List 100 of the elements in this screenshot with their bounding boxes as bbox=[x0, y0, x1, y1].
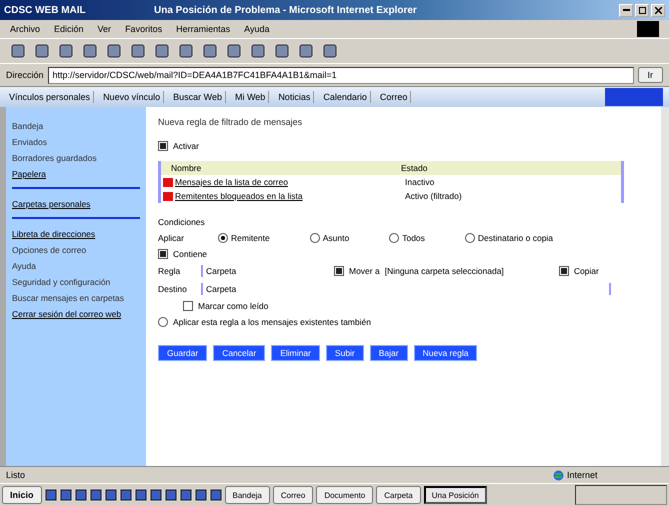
address-field[interactable]: http://servidor/CDSC/web/mail?ID=DEA4A1B7FC41BFA4A1B1&mail=1 bbox=[48, 66, 634, 84]
radio-button[interactable] bbox=[310, 233, 320, 243]
section-label: Condiciones bbox=[158, 217, 206, 227]
checkbox-label: Activar bbox=[173, 141, 199, 151]
taskbar-button[interactable]: Una Posición bbox=[424, 486, 487, 504]
link-button[interactable]: Vínculos personales bbox=[6, 91, 94, 103]
quick-launch-icon[interactable] bbox=[164, 489, 177, 501]
radio-button[interactable] bbox=[464, 233, 475, 243]
quick-launch-icon[interactable] bbox=[104, 489, 117, 501]
input-field[interactable]: Carpeta bbox=[201, 265, 329, 277]
sidebar-item[interactable]: Papelera bbox=[12, 169, 140, 179]
action-button[interactable]: Eliminar bbox=[271, 345, 320, 361]
maximize-icon bbox=[638, 6, 646, 14]
field-label: Aplicar bbox=[158, 233, 185, 243]
quick-launch-icon[interactable] bbox=[210, 489, 222, 501]
sidebar-item[interactable]: Seguridad y configuración bbox=[12, 277, 140, 287]
quick-launch-icon[interactable] bbox=[134, 489, 147, 501]
radio-label: Asunto bbox=[322, 233, 350, 243]
checkbox[interactable] bbox=[558, 266, 569, 276]
menu-item[interactable]: Edición bbox=[54, 24, 84, 34]
radio-label: Aplicar esta regla a los mensajes existentes también bbox=[173, 317, 371, 327]
toolbar-icon[interactable] bbox=[10, 43, 26, 59]
action-button[interactable]: Subir bbox=[326, 345, 364, 361]
toolbar-icon[interactable] bbox=[322, 43, 338, 59]
action-button[interactable]: Cancelar bbox=[213, 345, 266, 361]
link-button[interactable]: Mi Web bbox=[232, 91, 270, 103]
toolbar-icon[interactable] bbox=[34, 43, 50, 59]
radio-label: Destinatario o copia bbox=[478, 233, 554, 243]
field-label: Destino bbox=[158, 284, 188, 294]
toolbar-icon[interactable] bbox=[250, 43, 266, 59]
quick-launch-icon[interactable] bbox=[150, 489, 162, 501]
quick-launch-icon[interactable] bbox=[74, 489, 87, 501]
menu-item[interactable]: Ayuda bbox=[244, 24, 270, 34]
input-field[interactable]: Carpeta bbox=[201, 283, 611, 295]
sidebar-item[interactable]: Enviados bbox=[12, 137, 140, 147]
scrollbar[interactable] bbox=[661, 107, 669, 466]
sidebar-item[interactable]: Libreta de direcciones bbox=[12, 229, 140, 239]
checkbox[interactable] bbox=[158, 249, 168, 259]
taskbar-button[interactable]: Bandeja bbox=[224, 486, 270, 504]
sidebar-item[interactable]: Ayuda bbox=[12, 261, 140, 271]
sidebar-item[interactable]: Carpetas personales bbox=[12, 199, 140, 209]
quick-launch-icon[interactable] bbox=[180, 489, 192, 501]
menu-item[interactable]: Herramientas bbox=[176, 24, 230, 34]
start-button[interactable]: Inicio bbox=[2, 486, 42, 504]
menu-item[interactable]: Ver bbox=[98, 24, 112, 34]
zone-label: Internet bbox=[567, 470, 598, 480]
toolbar-icon[interactable] bbox=[154, 43, 170, 59]
toolbar-icon[interactable] bbox=[178, 43, 194, 59]
rule-link[interactable]: Remitentes bloqueados en la lista bbox=[175, 191, 405, 201]
toolbar-icon[interactable] bbox=[58, 43, 74, 59]
taskbar-button[interactable]: Carpeta bbox=[376, 486, 421, 504]
radio-button[interactable] bbox=[218, 233, 228, 243]
quick-launch-icon[interactable] bbox=[194, 489, 207, 501]
action-button[interactable]: Nueva regla bbox=[414, 345, 478, 361]
toolbar-icon[interactable] bbox=[298, 43, 314, 59]
radio-button[interactable] bbox=[158, 317, 168, 327]
action-button[interactable]: Bajar bbox=[370, 345, 408, 361]
menu-item[interactable]: Favoritos bbox=[125, 24, 162, 34]
column-header: Nombre bbox=[171, 163, 202, 173]
field-label: Regla bbox=[158, 266, 182, 276]
go-button[interactable]: Ir bbox=[638, 67, 663, 83]
checkbox-label: Mover a bbox=[349, 266, 380, 276]
link-button[interactable]: Nuevo vínculo bbox=[100, 91, 164, 103]
action-button[interactable]: Guardar bbox=[158, 345, 208, 361]
sidebar-item[interactable]: Bandeja bbox=[12, 121, 140, 131]
radio-button[interactable] bbox=[389, 233, 400, 243]
link-button[interactable]: Correo bbox=[376, 91, 412, 103]
minimize-button[interactable] bbox=[619, 4, 633, 16]
taskbar-button[interactable]: Documento bbox=[316, 486, 374, 504]
toolbar-icon[interactable] bbox=[82, 43, 98, 59]
rule-link[interactable]: Mensajes de la lista de correo bbox=[175, 177, 405, 187]
close-button[interactable] bbox=[651, 4, 665, 16]
sidebar-item[interactable]: Cerrar sesión del correo web bbox=[12, 309, 140, 319]
toolbar-icon[interactable] bbox=[202, 43, 218, 59]
link-button[interactable]: Buscar Web bbox=[170, 91, 226, 103]
menu-item[interactable]: Archivo bbox=[10, 24, 40, 34]
sidebar-item[interactable]: Buscar mensajes en carpetas bbox=[12, 293, 140, 303]
quick-launch-icon[interactable] bbox=[90, 489, 102, 501]
maximize-button[interactable] bbox=[635, 4, 649, 16]
toolbar-icon[interactable] bbox=[226, 43, 242, 59]
table-cell-text: Activo (filtrado) bbox=[405, 191, 463, 201]
address-label: Dirección bbox=[6, 70, 44, 80]
sidebar-item[interactable]: Opciones de correo bbox=[12, 245, 140, 255]
toolbar-icon[interactable] bbox=[106, 43, 122, 59]
quick-launch-icon[interactable] bbox=[44, 489, 57, 501]
toolbar-icon[interactable] bbox=[274, 43, 290, 59]
status-text: Listo bbox=[6, 470, 26, 480]
page-heading: Nueva regla de filtrado de mensajes bbox=[158, 117, 304, 127]
taskbar-button[interactable]: Correo bbox=[272, 486, 314, 504]
link-button[interactable]: Noticias bbox=[275, 91, 314, 103]
checkbox[interactable] bbox=[334, 266, 344, 276]
toolbar-icon[interactable] bbox=[130, 43, 146, 59]
quick-launch-icon[interactable] bbox=[120, 489, 132, 501]
table-cell-text: Inactivo bbox=[405, 177, 436, 187]
checkbox[interactable] bbox=[158, 141, 168, 151]
quick-launch-icon[interactable] bbox=[60, 489, 72, 501]
checkbox[interactable] bbox=[183, 301, 193, 311]
window-title: Una Posición de Problema - Microsoft Internet Explorer bbox=[154, 4, 418, 16]
link-button[interactable]: Calendario bbox=[320, 91, 371, 103]
sidebar-item[interactable]: Borradores guardados bbox=[12, 153, 140, 163]
